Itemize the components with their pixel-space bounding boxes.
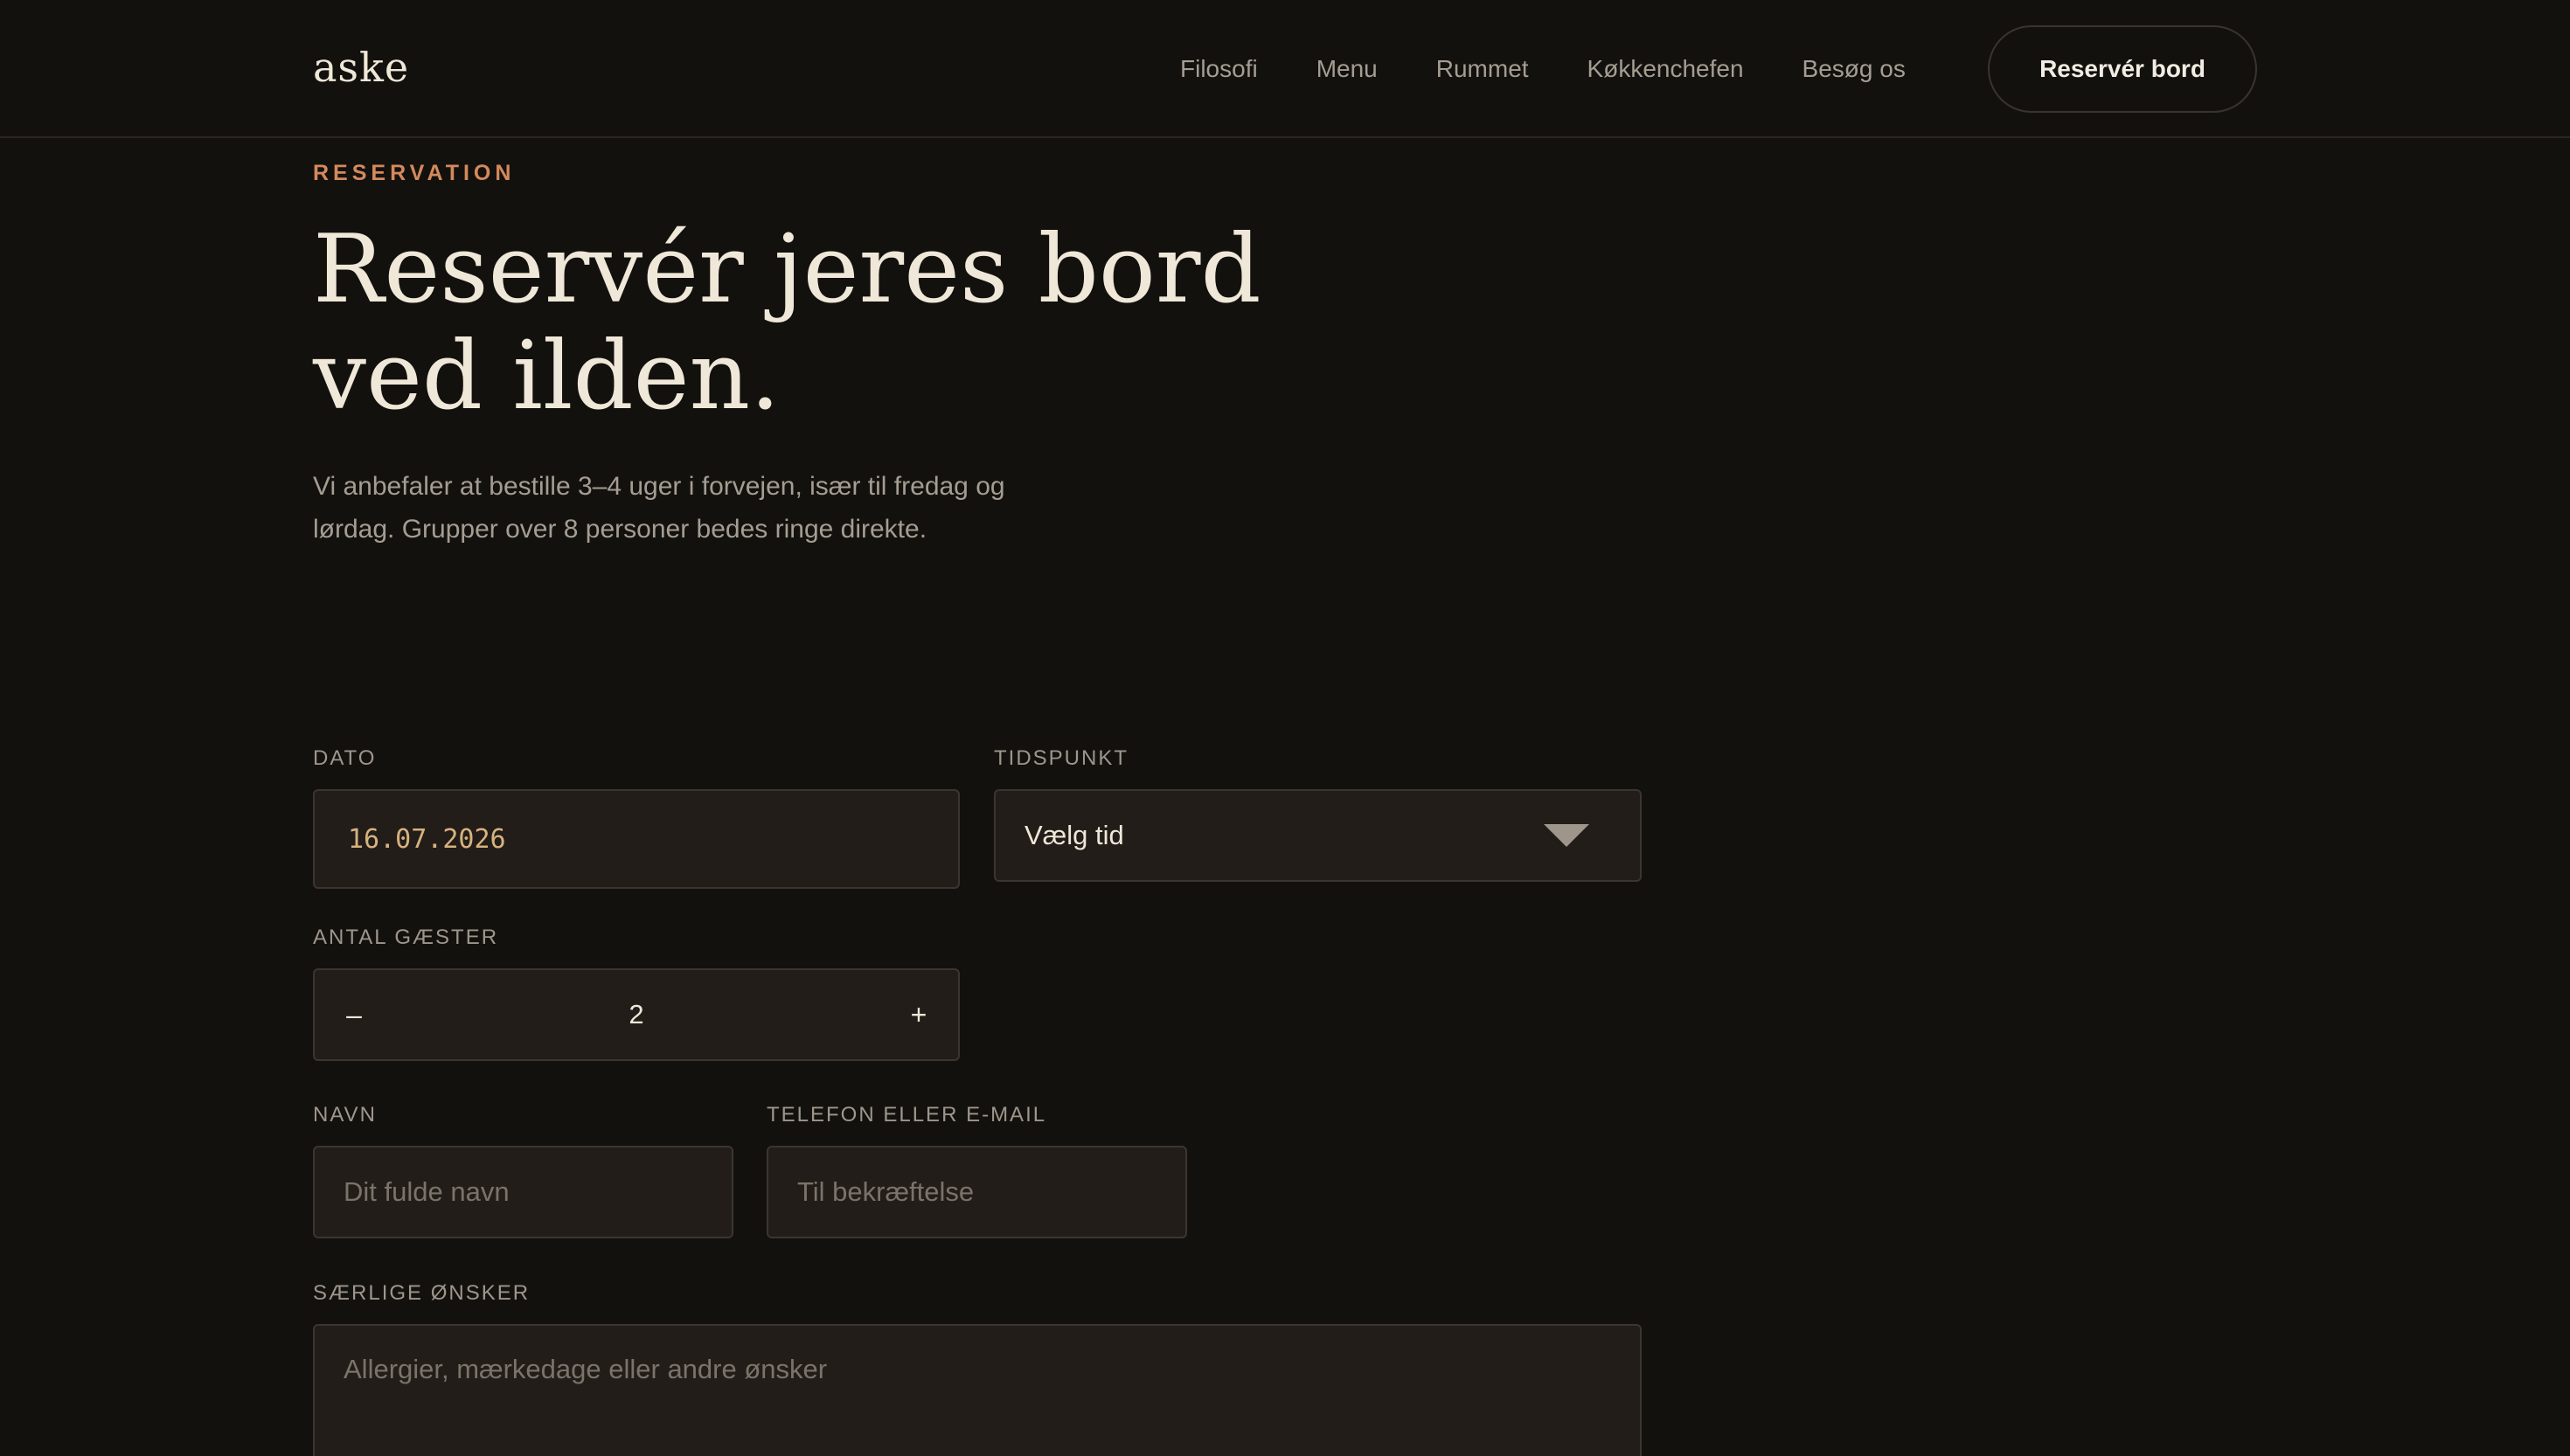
nav-link-kokkenchefen[interactable]: Køkkenchefen [1587, 55, 1744, 83]
increase-guests-button[interactable]: + [879, 970, 958, 1059]
time-label: TIDSPUNKT [994, 746, 1129, 770]
guests-value: 2 [629, 999, 644, 1030]
decrease-guests-button[interactable]: – [315, 970, 393, 1059]
section-eyebrow: RESERVATION [313, 161, 516, 185]
contact-input[interactable] [768, 1147, 1185, 1237]
contact-label: TELEFON ELLER E-MAIL [767, 1103, 1047, 1127]
chevron-down-icon [1544, 824, 1589, 847]
page-subtitle-line-2: lørdag. Grupper over 8 personer bedes ri… [313, 515, 927, 544]
nav-link-menu[interactable]: Menu [1316, 55, 1378, 83]
page-subtitle-line-1: Vi anbefaler at bestille 3–4 uger i forv… [313, 472, 1005, 501]
time-select[interactable]: Vælg tid [994, 789, 1642, 882]
date-label: DATO [313, 746, 377, 770]
name-field-wrapper [313, 1146, 733, 1238]
page-title: Reservér jeres bord ved ilden. [313, 217, 1362, 430]
page-title-line-1: Reservér jeres bord [313, 215, 1261, 324]
requests-field-wrapper [313, 1324, 1642, 1456]
site-header: aske Filosofi Menu Rummet Køkkenchefen B… [0, 0, 2570, 138]
name-label: NAVN [313, 1103, 377, 1127]
page-subtitle: Vi anbefaler at bestille 3–4 uger i forv… [313, 465, 1100, 551]
logo[interactable]: aske [313, 37, 409, 98]
date-field[interactable]: 16.07.2026 [313, 789, 960, 889]
guests-label: ANTAL GÆSTER [313, 926, 499, 949]
time-select-value: Vælg tid [1025, 820, 1124, 850]
contact-field-wrapper [767, 1146, 1187, 1238]
nav-link-rummet[interactable]: Rummet [1436, 55, 1529, 83]
main-nav: Filosofi Menu Rummet Køkkenchefen Besøg … [1180, 0, 1906, 138]
date-value: 16.07.2026 [348, 823, 506, 855]
nav-link-filosofi[interactable]: Filosofi [1180, 55, 1258, 83]
requests-textarea[interactable] [315, 1326, 1640, 1456]
reserve-table-button[interactable]: Reservér bord [1988, 25, 2257, 113]
requests-label: SÆRLIGE ØNSKER [313, 1281, 531, 1305]
page-title-line-2: ved ilden. [313, 322, 781, 431]
guests-stepper: – 2 + [313, 968, 960, 1061]
nav-link-besog-os[interactable]: Besøg os [1802, 55, 1906, 83]
name-input[interactable] [315, 1147, 732, 1237]
